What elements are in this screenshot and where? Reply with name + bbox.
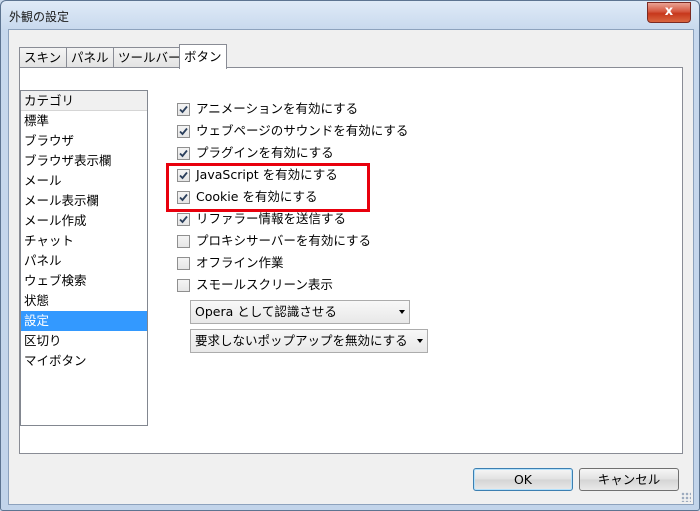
popup-dropdown[interactable]: 要求しないポップアップを無効にする	[190, 329, 428, 353]
category-item[interactable]: メール	[21, 171, 147, 191]
check-icon	[179, 193, 188, 202]
tab-skin[interactable]: スキン	[19, 47, 67, 68]
identify-as-value: Opera として認識させる	[195, 304, 337, 319]
check-icon	[179, 215, 188, 224]
category-item[interactable]: ブラウザ	[21, 131, 147, 151]
checkbox-checked[interactable]	[177, 169, 190, 182]
checkbox-checked[interactable]	[177, 147, 190, 160]
category-item[interactable]: マイボタン	[21, 351, 147, 371]
tab-panel[interactable]: パネル	[66, 47, 114, 68]
close-button[interactable]: x	[647, 2, 691, 23]
title-bar[interactable]: 外観の設定 x	[1, 1, 699, 29]
category-item-selected[interactable]: 設定	[21, 311, 147, 331]
window-title: 外観の設定	[9, 10, 70, 24]
checkbox-unchecked[interactable]	[177, 235, 190, 248]
option-label: ウェブページのサウンドを有効にする	[196, 123, 409, 138]
option-label: プラグインを有効にする	[196, 145, 334, 160]
category-item[interactable]: 標準	[21, 111, 147, 131]
popup-value: 要求しないポップアップを無効にする	[195, 333, 408, 348]
category-list-header: カテゴリ	[21, 91, 147, 111]
option-label: アニメーションを有効にする	[196, 101, 359, 116]
category-item[interactable]: 区切り	[21, 331, 147, 351]
check-icon	[179, 171, 188, 180]
dialog-window: 外観の設定 x スキン パネル ツールバー ボタン カテゴリ 標準 ブラウザ ブ…	[0, 0, 700, 511]
tab-buttons[interactable]: ボタン	[179, 44, 227, 69]
category-list[interactable]: カテゴリ 標準 ブラウザ ブラウザ表示欄 メール メール表示欄 メール作成 チャ…	[20, 90, 148, 426]
option-label: Cookie を有効にする	[196, 189, 318, 204]
tab-toolbar[interactable]: ツールバー	[113, 47, 185, 68]
category-item[interactable]: メール作成	[21, 211, 147, 231]
option-label: オフライン作業	[196, 255, 284, 270]
check-icon	[179, 127, 188, 136]
identify-as-dropdown[interactable]: Opera として認識させる	[190, 300, 410, 324]
category-item[interactable]: ウェブ検索	[21, 271, 147, 291]
ok-button[interactable]: OK	[473, 468, 573, 491]
checkbox-checked[interactable]	[177, 213, 190, 226]
category-item[interactable]: チャット	[21, 231, 147, 251]
category-item[interactable]: ブラウザ表示欄	[21, 151, 147, 171]
close-icon: x	[664, 4, 674, 19]
chevron-down-icon	[399, 310, 405, 314]
option-label: リファラー情報を送信する	[196, 211, 347, 226]
chevron-down-icon	[417, 339, 423, 343]
checkbox-checked[interactable]	[177, 103, 190, 116]
option-label: JavaScript を有効にする	[196, 167, 338, 182]
category-item[interactable]: 状態	[21, 291, 147, 311]
check-icon	[179, 149, 188, 158]
category-item[interactable]: パネル	[21, 251, 147, 271]
checkbox-unchecked[interactable]	[177, 279, 190, 292]
option-label: スモールスクリーン表示	[196, 277, 333, 292]
category-item[interactable]: メール表示欄	[21, 191, 147, 211]
resize-grip[interactable]	[681, 492, 691, 502]
cancel-button[interactable]: キャンセル	[579, 468, 679, 491]
dialog-body: スキン パネル ツールバー ボタン カテゴリ 標準 ブラウザ ブラウザ表示欄 メ…	[8, 29, 694, 505]
option-label: プロキシサーバーを有効にする	[196, 233, 372, 248]
checkbox-checked[interactable]	[177, 191, 190, 204]
check-icon	[179, 105, 188, 114]
checkbox-checked[interactable]	[177, 125, 190, 138]
checkbox-unchecked[interactable]	[177, 257, 190, 270]
